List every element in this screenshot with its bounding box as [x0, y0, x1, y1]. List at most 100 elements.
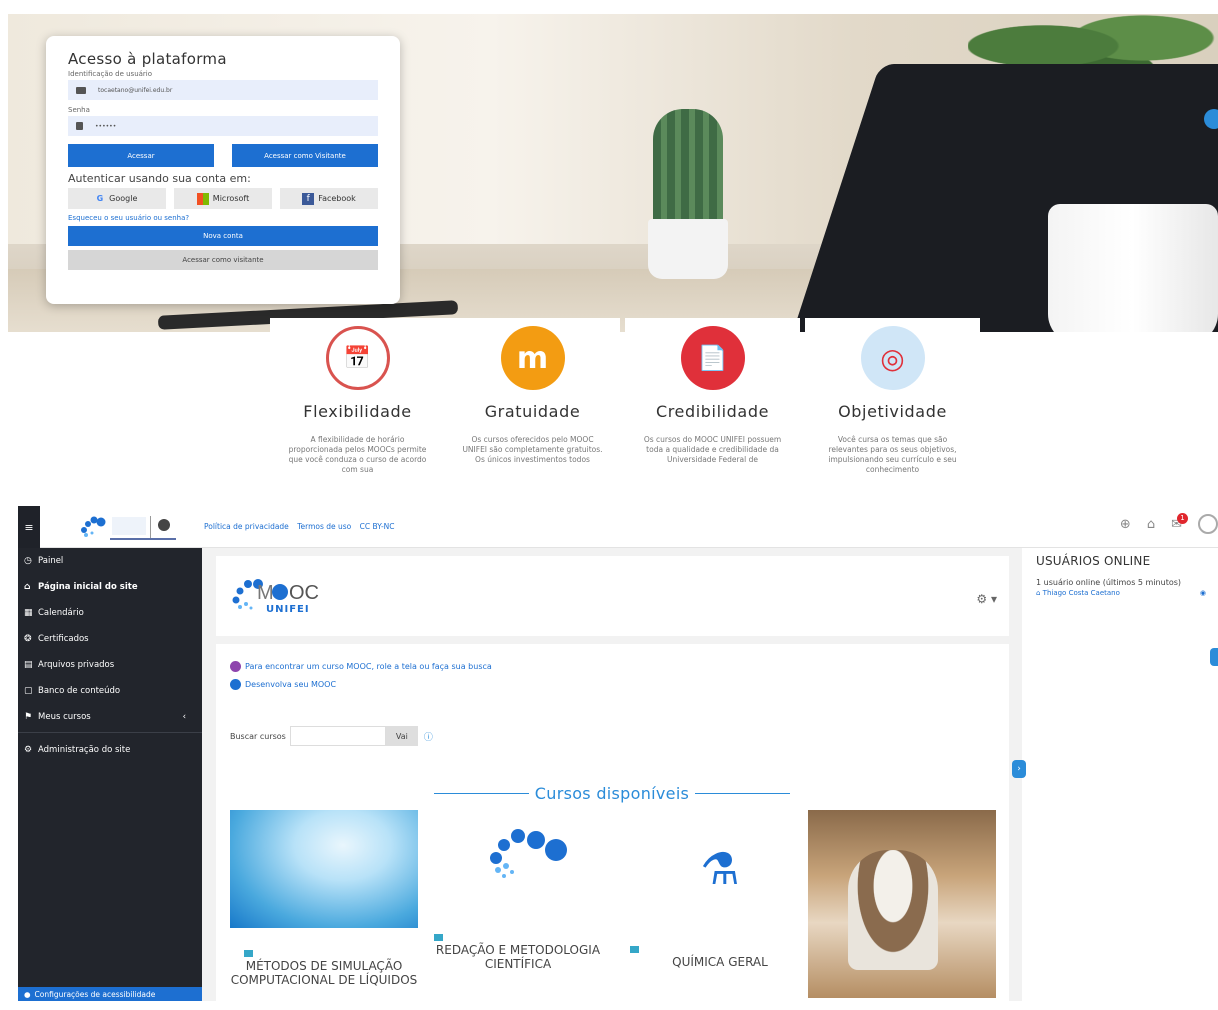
- sidebar-item-my-courses[interactable]: ⚑ Meus cursos ‹: [18, 704, 202, 730]
- feature-description: Os cursos oferecidos pelo MOOC UNIFEI sã…: [462, 435, 603, 464]
- avatar[interactable]: [1198, 514, 1218, 534]
- online-users-title: USUÁRIOS ONLINE: [1036, 554, 1151, 568]
- graduation-cap-icon: ⚑: [24, 712, 33, 722]
- feature-title: Flexibilidade: [303, 402, 412, 421]
- info-icon: ●: [24, 989, 31, 999]
- username-field[interactable]: tocaetano@unifei.edu.br: [68, 80, 378, 100]
- course-card[interactable]: [808, 810, 996, 1010]
- dashboard-icon: ◷: [24, 556, 32, 566]
- search-button[interactable]: Vai: [385, 726, 418, 746]
- search-hint[interactable]: Para encontrar um curso MOOC, role a tel…: [230, 661, 492, 672]
- sidebar: ◷ Painel ⌂ Página inicial do site ▦ Calendá…: [18, 548, 202, 1001]
- lock-icon: [76, 122, 83, 130]
- top-navbar: ≡ Política de privacidade Termos de uso …: [18, 506, 1218, 548]
- sidebar-item-label: Arquivos privados: [38, 660, 115, 670]
- hero-banner: Acesso à plataforma Identificação de usu…: [8, 14, 1218, 332]
- terms-link[interactable]: Termos de uso: [297, 522, 351, 531]
- brand-oc: OC: [289, 582, 319, 604]
- user-label: Identificação de usuário: [68, 70, 153, 78]
- courses-card: Para encontrar um curso MOOC, role a tel…: [216, 644, 1009, 1001]
- password-value: ••••••: [95, 122, 117, 130]
- gear-icon: ⚙: [24, 745, 33, 755]
- heading-line: [695, 793, 790, 794]
- new-account-button[interactable]: Nova conta: [68, 226, 378, 246]
- course-name: QUÍMICA GERAL: [672, 955, 768, 969]
- menu-icon[interactable]: ≡: [18, 506, 40, 548]
- cat-illustration: [848, 850, 938, 970]
- feature-gratuidade: m Gratuidade Os cursos oferecidos pelo M…: [445, 318, 620, 478]
- login-button[interactable]: Acessar: [68, 144, 214, 167]
- gear-icon[interactable]: ⚙ ▾: [976, 592, 997, 606]
- brand-sub: UNIFEI: [266, 604, 310, 615]
- hero-mug: [1048, 204, 1218, 332]
- bell-icon[interactable]: ⌂: [1147, 517, 1155, 532]
- google-login-button[interactable]: G Google: [68, 188, 166, 209]
- folder-icon: ▢: [24, 686, 33, 696]
- online-users-info: 1 usuário online (últimos 5 minutos): [1036, 578, 1182, 587]
- feature-title: Objetividade: [838, 402, 947, 421]
- main-content: M OC UNIFEI ⚙ ▾ Para encontrar um curso …: [202, 548, 1022, 1001]
- search-input[interactable]: [289, 726, 386, 746]
- chevron-left-icon: ‹: [182, 712, 186, 722]
- microsoft-icon: [196, 192, 209, 205]
- license-link[interactable]: CC BY-NC: [360, 522, 395, 531]
- certificate-icon: 📄: [680, 326, 745, 390]
- google-label: Google: [109, 194, 138, 203]
- calendar-clock-icon: 📅: [325, 326, 390, 390]
- course-image: [434, 810, 622, 928]
- feature-objetividade: ◎ Objetividade Você cursa os temas que s…: [805, 318, 980, 478]
- sidebar-item-label: Banco de conteúdo: [38, 686, 121, 696]
- hero-cactus: [653, 109, 723, 229]
- courses-heading-text: Cursos disponíveis: [534, 784, 690, 803]
- sidebar-item-home[interactable]: ⌂ Página inicial do site: [18, 574, 202, 600]
- develop-mooc-link[interactable]: Desenvolva seu MOOC: [230, 679, 336, 690]
- info-icon: [230, 661, 241, 672]
- sidebar-item-certificates[interactable]: ❂ Certificados: [18, 626, 202, 652]
- block-drawer-button[interactable]: [1210, 648, 1218, 666]
- search-label: Buscar cursos: [230, 731, 286, 741]
- online-users-block: USUÁRIOS ONLINE 1 usuário online (último…: [1036, 554, 1218, 597]
- globe-icon[interactable]: ⊕: [1120, 517, 1131, 532]
- accessibility-label: Configurações de acessibilidade: [34, 989, 156, 999]
- drawer-toggle-button[interactable]: ›: [1012, 760, 1026, 778]
- microsoft-login-button[interactable]: Microsoft: [174, 188, 272, 209]
- online-user-item[interactable]: ⌂ Thiago Costa Caetano ◉: [1036, 589, 1218, 597]
- site-header-card: M OC UNIFEI ⚙ ▾: [216, 556, 1009, 636]
- forgot-password-link[interactable]: Esqueceu o seu usuário ou senha?: [68, 214, 378, 222]
- site-logo[interactable]: [76, 512, 186, 542]
- course-tag: [630, 946, 640, 953]
- course-card[interactable]: ⚗ QUÍMICA GERAL: [626, 810, 814, 1010]
- sidebar-item-label: Administração do site: [38, 745, 131, 755]
- password-field[interactable]: ••••••: [68, 116, 378, 136]
- sidebar-item-painel[interactable]: ◷ Painel: [18, 548, 202, 574]
- feature-description: A flexibilidade de horário proporcionada…: [288, 435, 427, 474]
- online-user-name: Thiago Costa Caetano: [1042, 589, 1120, 597]
- sidebar-item-label: Página inicial do site: [38, 582, 138, 592]
- hero-side-button[interactable]: [1204, 109, 1218, 129]
- visitor-login-button[interactable]: Acessar como Visitante: [232, 144, 378, 167]
- sidebar-item-calendar[interactable]: ▦ Calendário: [18, 600, 202, 626]
- calendar-icon: ▦: [24, 608, 33, 618]
- messages-icon[interactable]: ✉ 1: [1171, 512, 1188, 532]
- sidebar-item-admin[interactable]: ⚙ Administração do site: [18, 737, 202, 763]
- facebook-label: Facebook: [318, 194, 356, 203]
- envelope-icon: [76, 86, 86, 94]
- features-row: 📅 Flexibilidade A flexibilidade de horár…: [270, 318, 980, 478]
- course-card[interactable]: MÉTODOS DE SIMULAÇÃO COMPUTACIONAL DE LÍ…: [230, 810, 418, 1010]
- sidebar-divider: [18, 732, 202, 733]
- notification-badge: 1: [1177, 512, 1188, 524]
- moodle-icon: m: [500, 326, 565, 390]
- facebook-login-button[interactable]: f Facebook: [280, 188, 378, 209]
- help-icon[interactable]: ⓘ: [424, 730, 433, 743]
- course-card[interactable]: REDAÇÃO E METODOLOGIA CIENTÍFICA: [434, 810, 622, 1010]
- feature-credibilidade: 📄 Credibilidade Os cursos do MOOC UNIFEI…: [625, 318, 800, 478]
- sidebar-item-private-files[interactable]: ▤ Arquivos privados: [18, 652, 202, 678]
- sidebar-item-label: Calendário: [38, 608, 84, 618]
- accessibility-settings-button[interactable]: ● Configurações de acessibilidade: [18, 987, 202, 1001]
- visitor-access-button[interactable]: Acessar como visitante: [68, 250, 378, 270]
- course-tag: [244, 950, 254, 957]
- feature-flexibilidade: 📅 Flexibilidade A flexibilidade de horár…: [270, 318, 445, 478]
- privacy-policy-link[interactable]: Política de privacidade: [204, 522, 289, 531]
- eye-icon[interactable]: ◉: [1200, 589, 1206, 597]
- sidebar-item-content-bank[interactable]: ▢ Banco de conteúdo: [18, 678, 202, 704]
